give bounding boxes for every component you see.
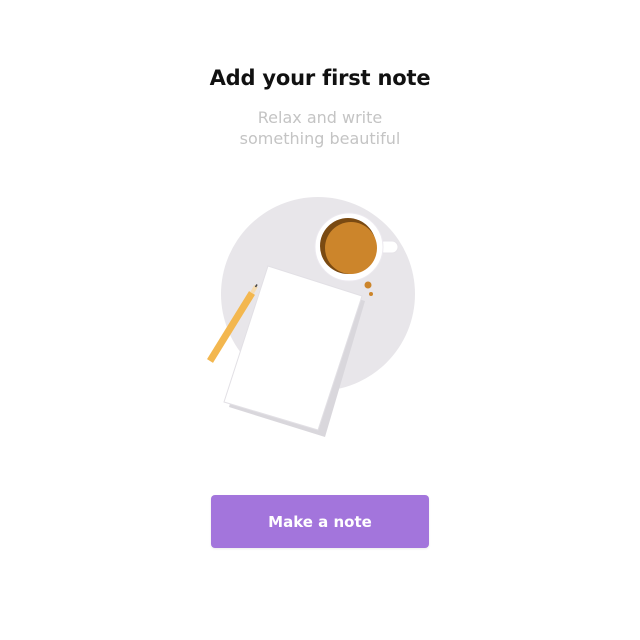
- page-subtitle: Relax and write something beautiful: [0, 107, 640, 149]
- page-title: Add your first note: [209, 66, 431, 90]
- illustration-svg: [207, 197, 415, 437]
- subtitle-line-1: Relax and write: [257, 108, 383, 127]
- make-a-note-button[interactable]: Make a note: [211, 495, 429, 548]
- subtitle-line-2: something beautiful: [239, 129, 401, 148]
- note-with-coffee-illustration: [200, 190, 440, 450]
